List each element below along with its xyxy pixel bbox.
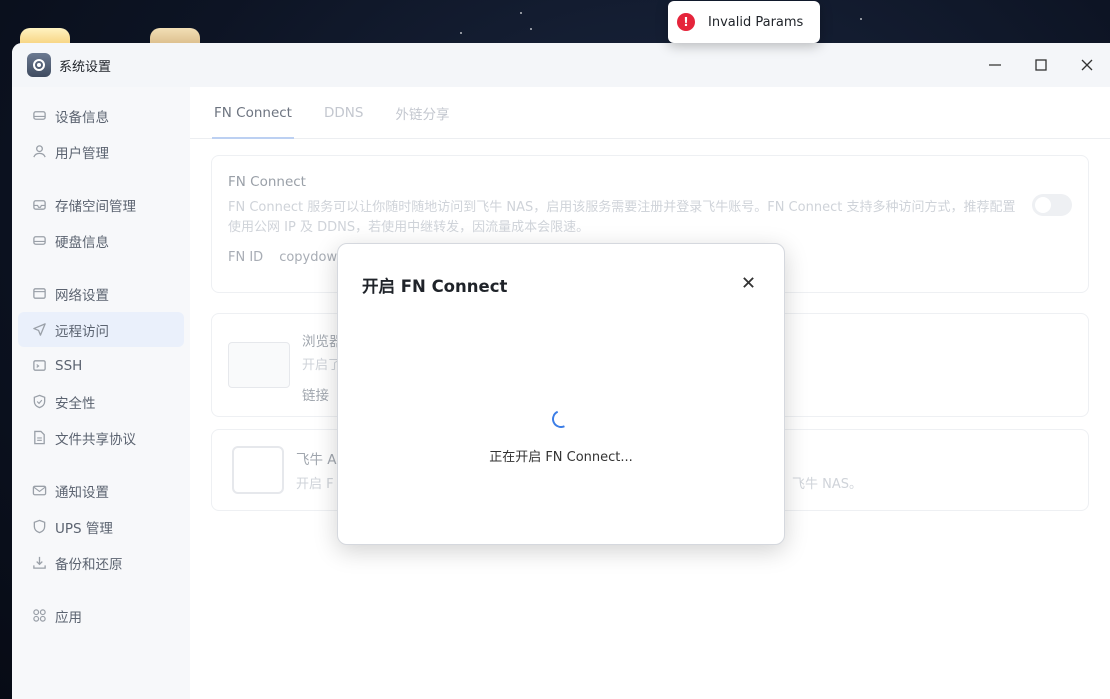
modal-overlay: 开启 FN Connect 正在开启 FN Connect...: [0, 0, 1110, 699]
toast-message: Invalid Params: [708, 14, 804, 30]
close-icon: [742, 276, 754, 288]
error-icon: !: [677, 13, 695, 31]
error-toast: ! Invalid Params: [668, 1, 820, 43]
dialog-close-button[interactable]: [738, 272, 758, 292]
loading-spinner-icon: [549, 407, 573, 431]
dialog-message: 正在开启 FN Connect...: [489, 450, 633, 465]
dialog-title: 开启 FN Connect: [362, 277, 508, 296]
fn-connect-dialog: 开启 FN Connect 正在开启 FN Connect...: [337, 243, 785, 545]
